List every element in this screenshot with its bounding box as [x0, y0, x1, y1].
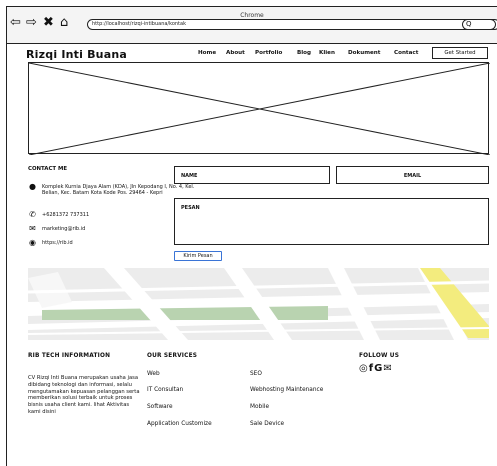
instagram-icon[interactable]: ◎ [359, 363, 369, 374]
social-links: ◎fG✉ [359, 363, 393, 375]
browser-title: Chrome [240, 12, 264, 19]
mail-icon[interactable]: ✉ [383, 363, 392, 374]
service-webhosting[interactable]: Webhosting Maintenance [250, 387, 323, 393]
mail-icon: ✉ [29, 224, 36, 233]
nav-contact[interactable]: Contact [394, 48, 418, 58]
location-pin-icon: ● [29, 182, 36, 191]
close-icon[interactable]: ✖ [43, 16, 54, 29]
nav-blog[interactable]: Blog [297, 48, 311, 58]
service-application[interactable]: Application Customize [147, 421, 212, 427]
map-graphic [28, 268, 489, 340]
home-icon[interactable]: ⌂ [60, 16, 68, 29]
hero-image-placeholder [28, 62, 490, 155]
service-seo[interactable]: SEO [250, 371, 262, 377]
service-mobile[interactable]: Mobile [250, 404, 269, 410]
nav-klien[interactable]: Klien [319, 48, 335, 58]
footer-services-title: OUR SERVICES [147, 353, 198, 359]
service-it-consultan[interactable]: IT Consultan [147, 387, 183, 393]
nav-about[interactable]: About [226, 48, 245, 58]
message-label: PESAN [181, 205, 200, 211]
arrow-left-icon[interactable]: ⇦ [10, 16, 21, 29]
service-web[interactable]: Web [147, 371, 160, 377]
footer-follow-title: FOLLOW US [359, 353, 400, 359]
service-software[interactable]: Software [147, 404, 173, 410]
nav-home[interactable]: Home [198, 48, 216, 58]
name-label: NAME [181, 173, 198, 179]
browser-search-box[interactable]: Q [462, 19, 496, 30]
footer-company-title: RIB TECH INFORMATION [28, 353, 111, 359]
email-field[interactable]: EMAIL [336, 166, 489, 184]
get-started-button[interactable]: Get Started [432, 47, 488, 59]
nav-dokument[interactable]: Dokument [348, 48, 380, 58]
location-map[interactable] [28, 268, 489, 340]
message-field[interactable]: PESAN [174, 198, 489, 245]
phone-icon: ✆ [29, 210, 36, 219]
email-label: EMAIL [403, 173, 422, 179]
brand-logo[interactable]: Rizqi Inti Buana [26, 48, 127, 61]
google-icon[interactable]: G [374, 363, 383, 374]
address-text: Komplek Kurnia Djaya Alam (KDA), Jln Kep… [42, 184, 195, 196]
service-sale-device[interactable]: Sale Device [250, 421, 284, 427]
send-message-button[interactable]: Kirim Pesan [174, 251, 222, 261]
address-bar[interactable]: http://localhost/rizqi-intibuana/kontak [87, 19, 497, 30]
nav-portfolio[interactable]: Portfolio [255, 48, 282, 58]
name-field[interactable]: NAME [174, 166, 330, 184]
search-icon: Q [466, 20, 472, 28]
footer-company-desc: CV Rizqi Inti Buana merupakan usaha jasa… [28, 375, 140, 415]
globe-icon: ◉ [29, 238, 36, 247]
contact-title: CONTACT ME [28, 166, 68, 172]
arrow-right-icon[interactable]: ⇨ [26, 16, 37, 29]
